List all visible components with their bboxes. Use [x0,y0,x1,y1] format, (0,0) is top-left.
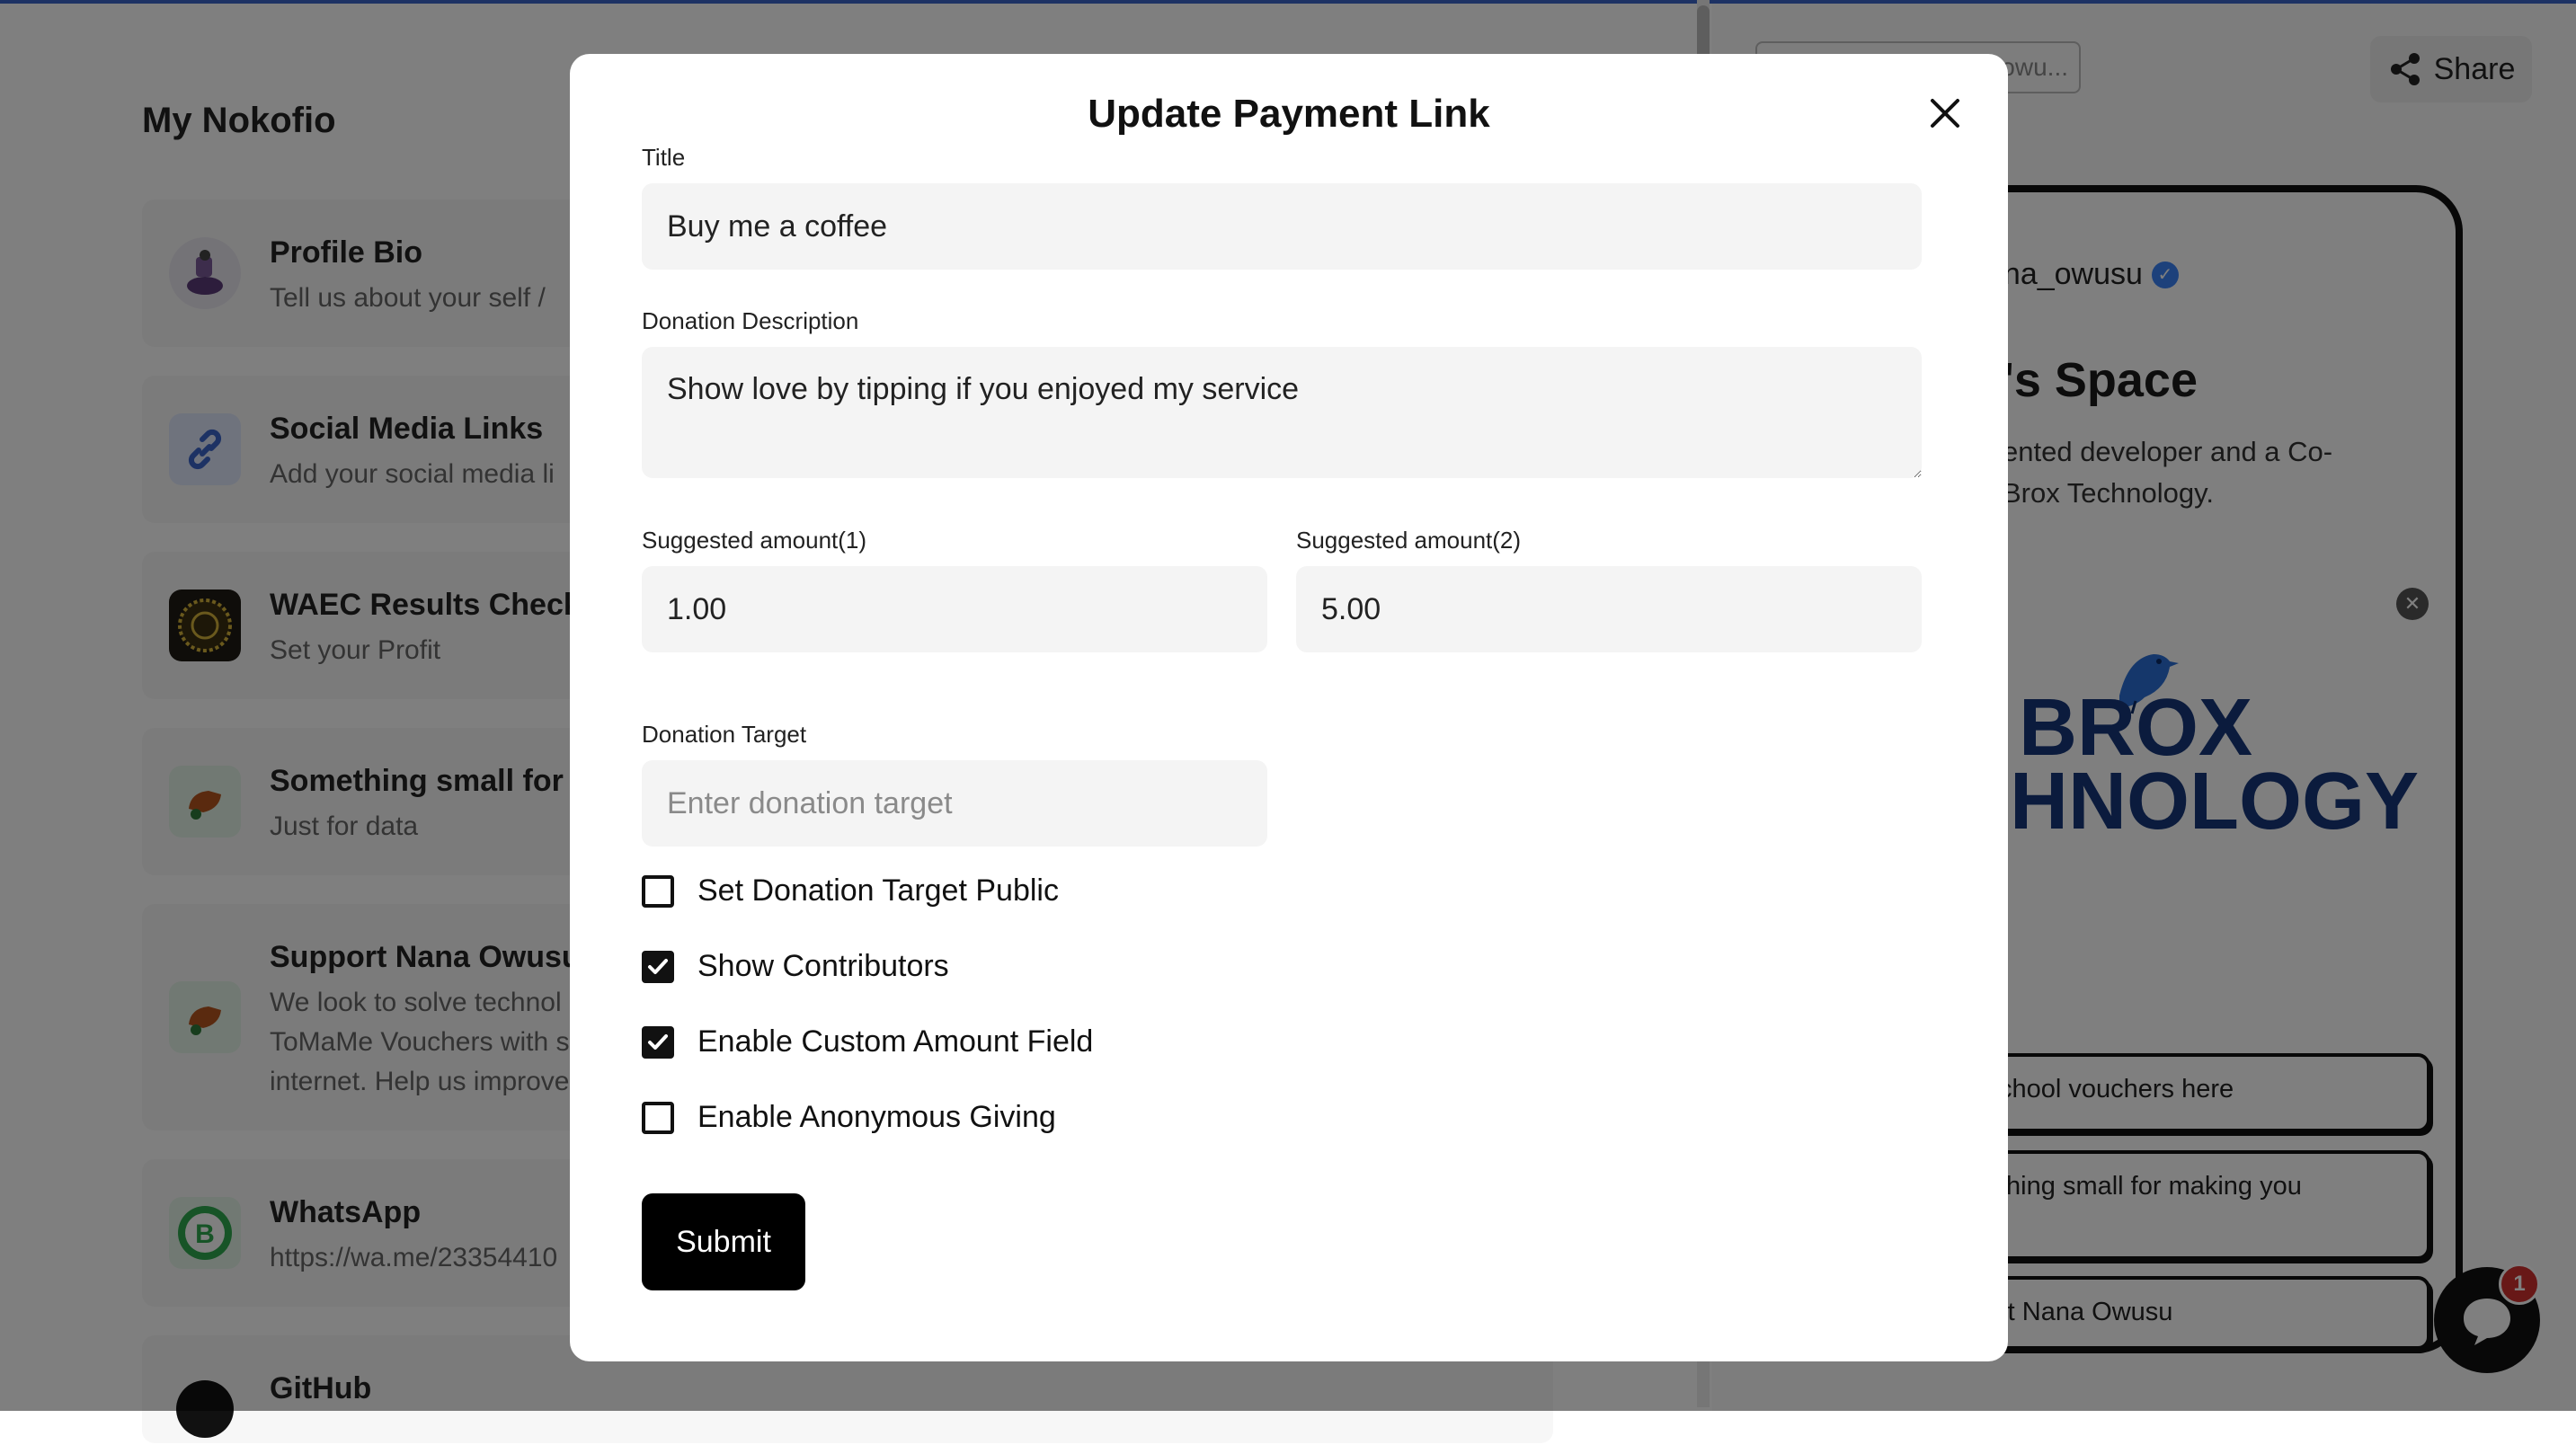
show-contributors-option[interactable]: Show Contributors [642,949,949,984]
suggested-amount-2-input[interactable] [1296,566,1922,652]
title-input[interactable] [642,183,1922,270]
enable-custom-amount-field-option[interactable]: Enable Custom Amount Field [642,1024,1093,1059]
close-icon [1931,99,1959,128]
checkbox-label: Set Donation Target Public [697,873,1059,908]
checkmark-icon [648,1033,668,1050]
title-label: Title [642,144,686,171]
donation-target-label: Donation Target [642,721,807,748]
enable-anonymous-giving-option[interactable]: Enable Anonymous Giving [642,1100,1056,1135]
submit-button[interactable]: Submit [642,1193,805,1290]
enable-anonymous-giving-checkbox[interactable] [642,1101,674,1134]
set-donation-target-public-checkbox[interactable] [642,874,674,908]
close-modal-button[interactable] [1918,86,1972,140]
checkbox-label: Enable Custom Amount Field [697,1024,1094,1059]
enable-custom-amount-field-checkbox[interactable] [642,1025,674,1059]
set-donation-target-public-option[interactable]: Set Donation Target Public [642,873,1059,909]
update-payment-link-modal: Update Payment Link Title Donation Descr… [570,54,2008,1361]
suggested-amount-1-label: Suggested amount(1) [642,527,867,554]
donation-description-label: Donation Description [642,307,859,334]
checkbox-label: Enable Anonymous Giving [697,1100,1056,1134]
donation-target-input[interactable] [642,760,1267,847]
checkmark-icon [648,958,668,974]
modal-title: Update Payment Link [1088,92,1490,136]
suggested-amount-1-input[interactable] [642,566,1267,652]
suggested-amount-2-label: Suggested amount(2) [1296,527,1522,554]
checkbox-label: Show Contributors [697,949,949,983]
show-contributors-checkbox[interactable] [642,950,674,983]
donation-description-input[interactable]: Show love by tipping if you enjoyed my s… [642,347,1922,478]
